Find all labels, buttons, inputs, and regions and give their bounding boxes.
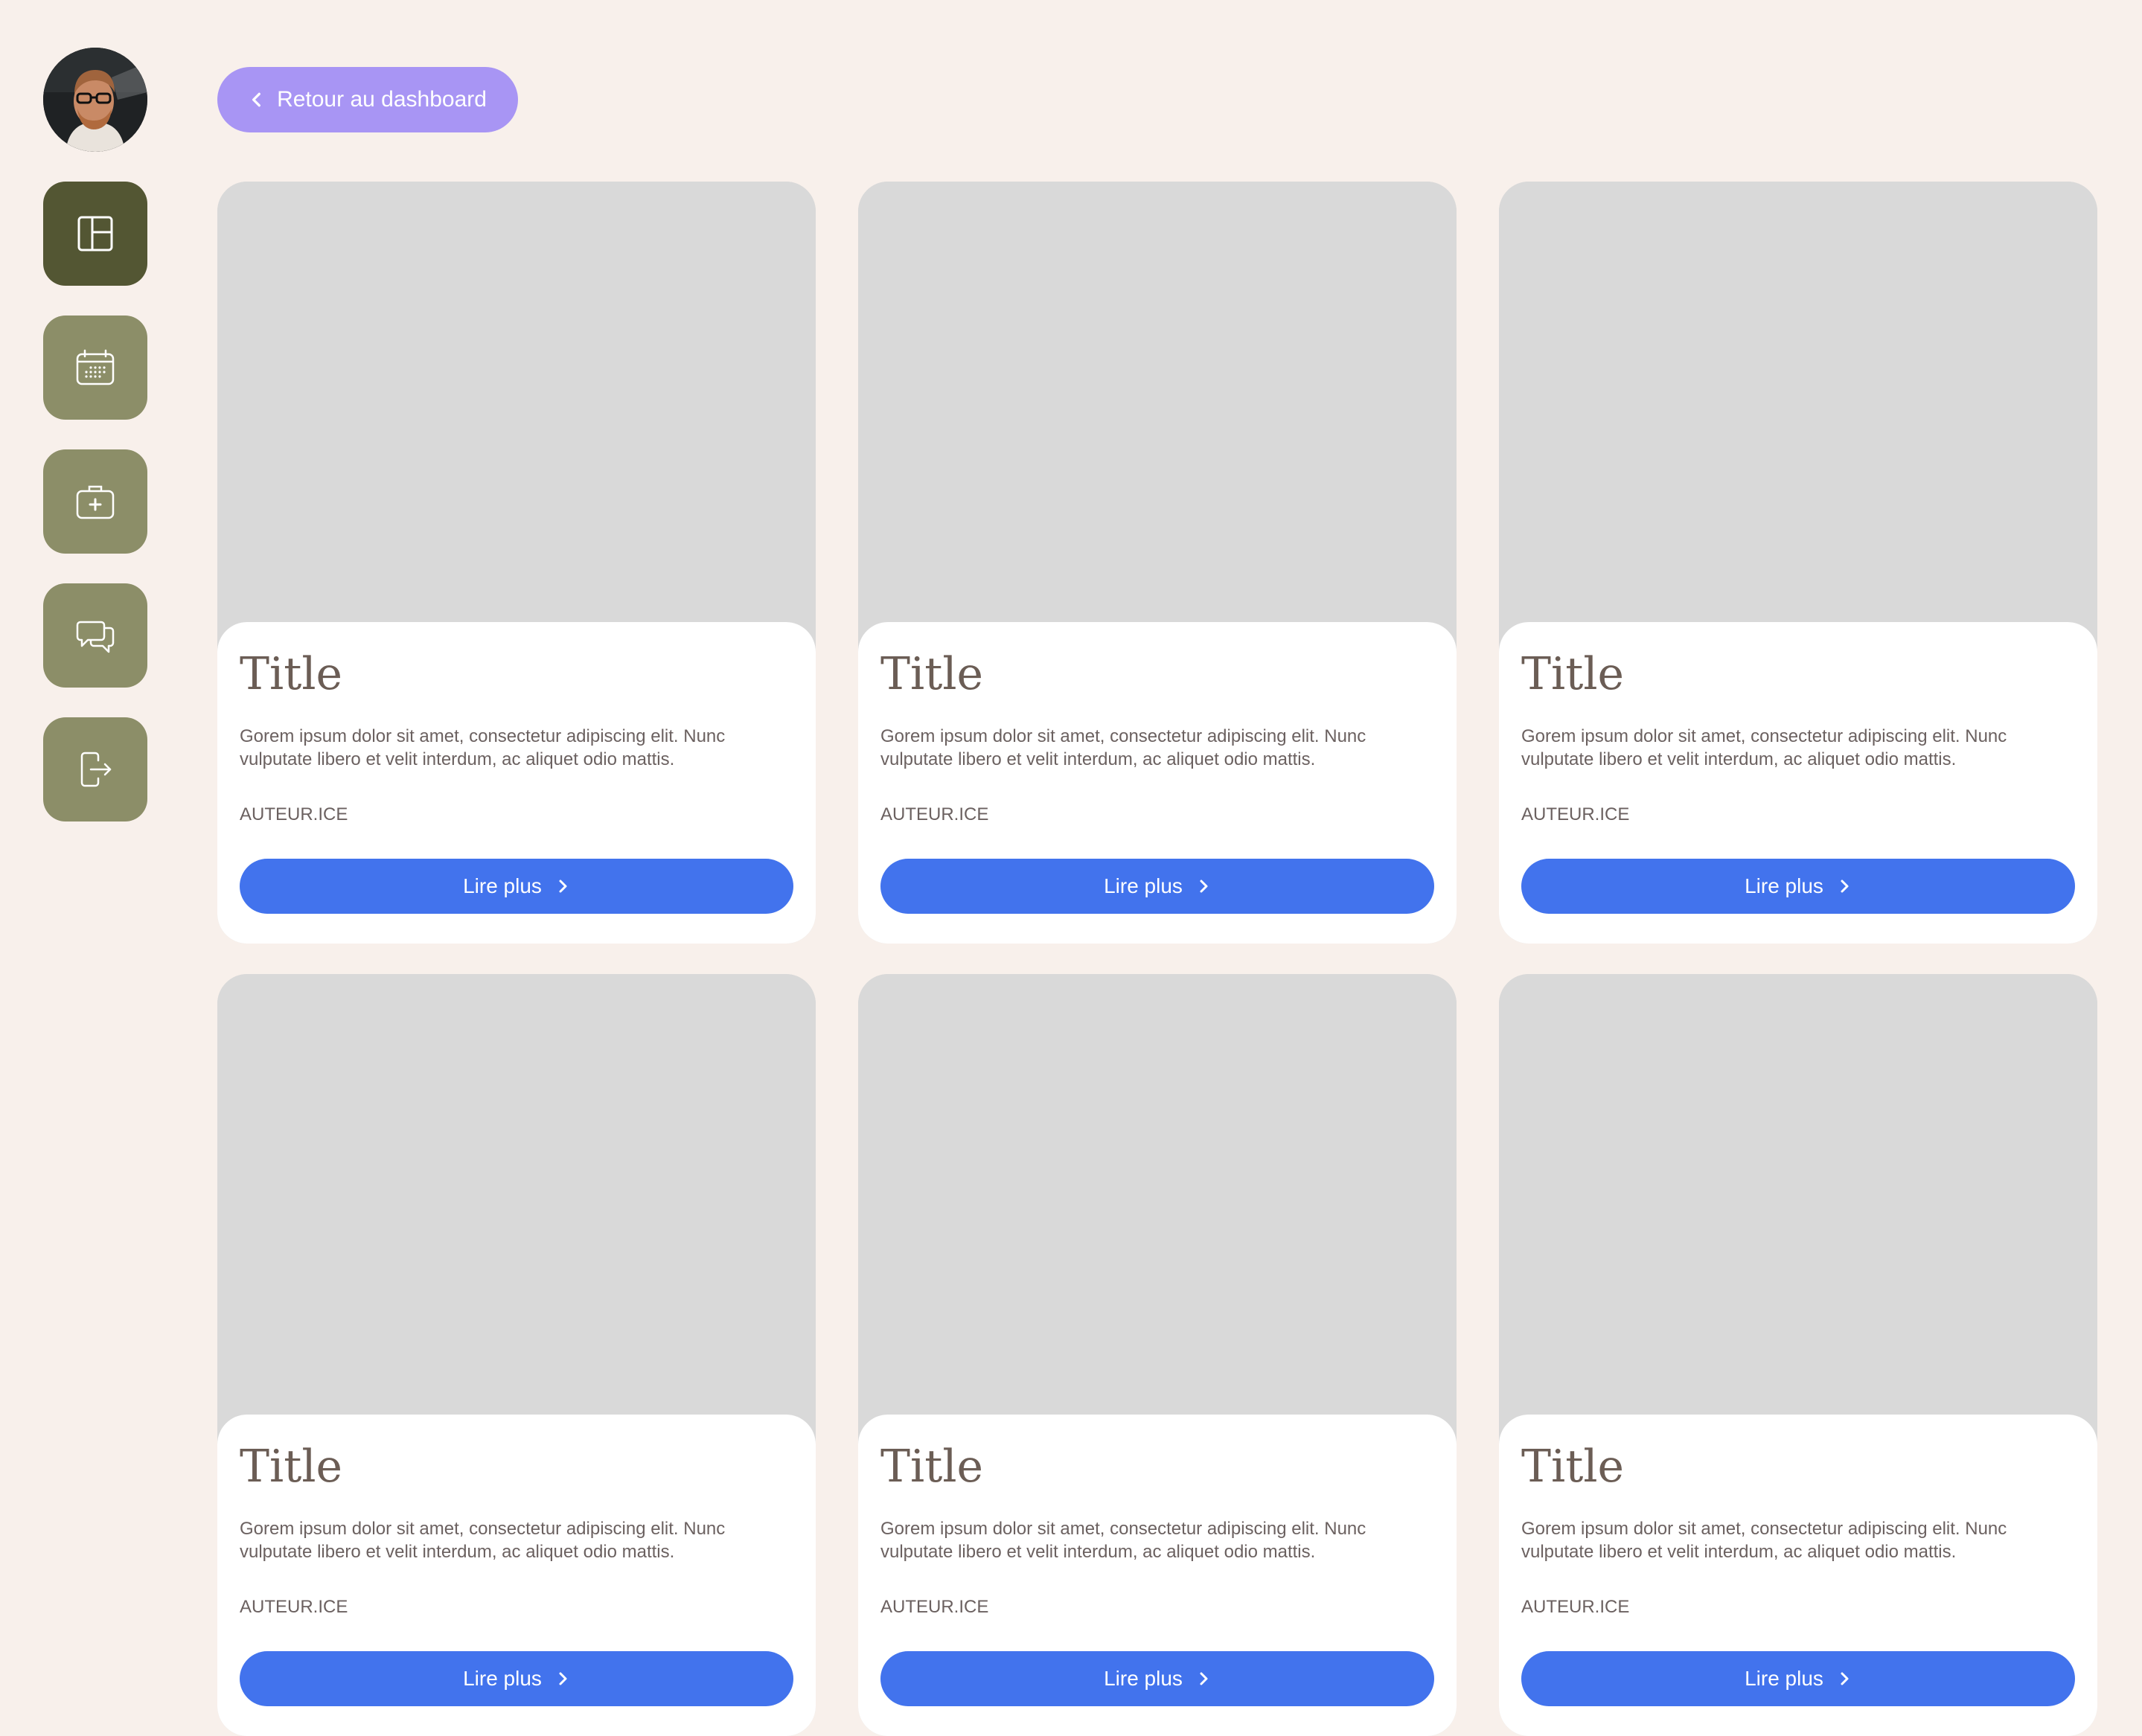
card-author: AUTEUR.ICE bbox=[240, 804, 348, 824]
card-title: Title bbox=[880, 648, 984, 700]
card-image-placeholder bbox=[858, 182, 1457, 643]
layout-icon bbox=[77, 216, 113, 252]
article-card: Title Gorem ipsum dolor sit amet, consec… bbox=[1499, 974, 2097, 1736]
card-title: Title bbox=[240, 648, 343, 700]
card-image-placeholder bbox=[1499, 182, 2097, 643]
card-description: Gorem ipsum dolor sit amet, consectetur … bbox=[1521, 726, 2007, 769]
card-image-placeholder bbox=[1499, 974, 2097, 1435]
nav-messages-button[interactable] bbox=[43, 583, 147, 688]
card-body: Title Gorem ipsum dolor sit amet, consec… bbox=[858, 1415, 1457, 1736]
card-description: Gorem ipsum dolor sit amet, consectetur … bbox=[240, 1519, 726, 1562]
chevron-right-icon bbox=[559, 1672, 567, 1685]
back-to-dashboard-button[interactable]: Retour au dashboard bbox=[217, 67, 518, 132]
card-author: AUTEUR.ICE bbox=[1521, 1597, 1630, 1617]
card-author: AUTEUR.ICE bbox=[240, 1597, 348, 1617]
card-body: Title Gorem ipsum dolor sit amet, consec… bbox=[1499, 1415, 2097, 1736]
chat-bubbles-icon bbox=[76, 621, 115, 653]
avatar[interactable] bbox=[43, 48, 147, 152]
card-title: Title bbox=[880, 1441, 984, 1493]
card-author: AUTEUR.ICE bbox=[1521, 804, 1630, 824]
read-more-button[interactable]: Lire plus bbox=[240, 859, 793, 914]
card-description: Gorem ipsum dolor sit amet, consectetur … bbox=[880, 1519, 1366, 1562]
logout-icon bbox=[80, 752, 112, 787]
chevron-right-icon bbox=[1200, 880, 1208, 893]
card-body: Title Gorem ipsum dolor sit amet, consec… bbox=[1499, 622, 2097, 944]
article-card: Title Gorem ipsum dolor sit amet, consec… bbox=[217, 974, 816, 1736]
article-card: Title Gorem ipsum dolor sit amet, consec… bbox=[217, 182, 816, 944]
read-more-label: Lire plus bbox=[1104, 874, 1183, 897]
read-more-label: Lire plus bbox=[463, 1667, 542, 1690]
medical-kit-icon bbox=[76, 485, 115, 519]
article-card: Title Gorem ipsum dolor sit amet, consec… bbox=[858, 974, 1457, 1736]
read-more-button[interactable]: Lire plus bbox=[1521, 859, 2075, 914]
nav-medical-button[interactable] bbox=[43, 449, 147, 554]
card-title: Title bbox=[1521, 1441, 1625, 1493]
sidebar bbox=[43, 48, 147, 821]
read-more-button[interactable]: Lire plus bbox=[1521, 1651, 2075, 1706]
card-description: Gorem ipsum dolor sit amet, consectetur … bbox=[240, 726, 726, 769]
article-card: Title Gorem ipsum dolor sit amet, consec… bbox=[1499, 182, 2097, 944]
card-author: AUTEUR.ICE bbox=[880, 804, 989, 824]
read-more-label: Lire plus bbox=[1104, 1667, 1183, 1690]
read-more-button[interactable]: Lire plus bbox=[240, 1651, 793, 1706]
card-title: Title bbox=[1521, 648, 1625, 700]
chevron-right-icon bbox=[559, 880, 567, 893]
card-image-placeholder bbox=[217, 974, 816, 1435]
calendar-icon bbox=[76, 349, 115, 385]
back-button-label: Retour au dashboard bbox=[277, 87, 487, 112]
read-more-label: Lire plus bbox=[1745, 874, 1823, 897]
nav-calendar-button[interactable] bbox=[43, 316, 147, 420]
nav-logout-button[interactable] bbox=[43, 717, 147, 821]
read-more-label: Lire plus bbox=[1745, 1667, 1823, 1690]
article-card: Title Gorem ipsum dolor sit amet, consec… bbox=[858, 182, 1457, 944]
card-body: Title Gorem ipsum dolor sit amet, consec… bbox=[858, 622, 1457, 944]
chevron-right-icon bbox=[1200, 1672, 1208, 1685]
card-description: Gorem ipsum dolor sit amet, consectetur … bbox=[1521, 1519, 2007, 1562]
chevron-left-icon bbox=[252, 92, 261, 107]
read-more-button[interactable]: Lire plus bbox=[880, 859, 1434, 914]
card-body: Title Gorem ipsum dolor sit amet, consec… bbox=[217, 1415, 816, 1736]
read-more-label: Lire plus bbox=[463, 874, 542, 897]
read-more-button[interactable]: Lire plus bbox=[880, 1651, 1434, 1706]
card-image-placeholder bbox=[858, 974, 1457, 1435]
card-body: Title Gorem ipsum dolor sit amet, consec… bbox=[217, 622, 816, 944]
card-title: Title bbox=[240, 1441, 343, 1493]
card-description: Gorem ipsum dolor sit amet, consectetur … bbox=[880, 726, 1366, 769]
avatar-photo-icon bbox=[43, 48, 147, 152]
chevron-right-icon bbox=[1841, 1672, 1849, 1685]
nav-dashboard-button[interactable] bbox=[43, 182, 147, 286]
card-author: AUTEUR.ICE bbox=[880, 1597, 989, 1617]
card-image-placeholder bbox=[217, 182, 816, 643]
chevron-right-icon bbox=[1841, 880, 1849, 893]
